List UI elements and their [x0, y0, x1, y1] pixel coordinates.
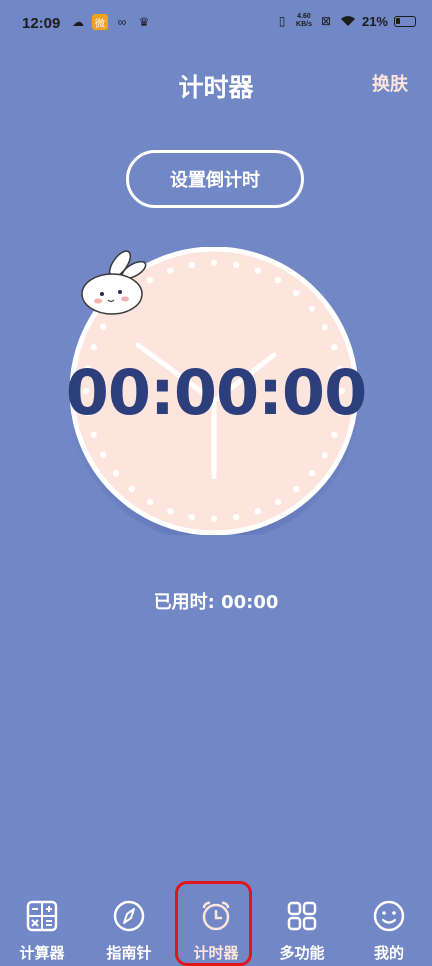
clock-tick-dot: [233, 513, 240, 521]
calculator-icon: [26, 900, 58, 932]
clock-tick-dot: [112, 470, 120, 477]
set-countdown-button[interactable]: 设置倒计时: [126, 150, 304, 208]
tab-compass-label: 指南针: [106, 944, 152, 962]
clock-tick-dot: [308, 470, 316, 477]
clock-tick-dot: [321, 323, 329, 331]
status-notification-icons: ☁ 微 ∞ ♛: [70, 14, 152, 30]
clock-tick-dot: [167, 508, 174, 515]
vibrate-icon: ▯: [278, 14, 286, 28]
page-title: 计时器: [178, 73, 254, 102]
clock-tick-dot: [99, 451, 107, 459]
crown-icon: ♛: [138, 15, 150, 29]
tab-compass[interactable]: 指南针: [89, 888, 169, 963]
elapsed-time: 已用时: 00:00: [0, 588, 432, 614]
clock-tick-dot: [293, 485, 300, 493]
skin-button[interactable]: 换肤: [372, 70, 408, 96]
clock-tick-dot: [254, 508, 261, 515]
active-tab-highlight: [175, 881, 252, 966]
link-icon: ∞: [117, 15, 127, 29]
status-bar: 12:09 ☁ 微 ∞ ♛ ▯ 4.60 KB/s ⊠ 21%: [0, 0, 432, 50]
elapsed-label: 已用时:: [153, 592, 215, 613]
tab-profile[interactable]: 我的: [349, 888, 429, 963]
set-countdown-label: 设置倒计时: [170, 170, 260, 191]
clock-tick-dot: [99, 323, 107, 331]
battery-percent: 21%: [361, 13, 388, 29]
net-speed-unit: KB/s: [296, 21, 312, 28]
tab-multifunction[interactable]: 多功能: [262, 888, 342, 963]
clock-tick-dot: [188, 261, 195, 269]
elapsed-value: 00:00: [221, 592, 279, 613]
clock-tick-dot: [254, 267, 261, 274]
bunny-decoration-icon: [81, 250, 147, 315]
clock-tick-dot: [188, 513, 195, 521]
clock-tick-dot: [331, 344, 338, 351]
clock-tick-dot: [210, 515, 218, 523]
tab-profile-label: 我的: [373, 944, 404, 962]
clock-tick-dot: [293, 289, 300, 297]
countdown-time-display: 00:00:00: [65, 356, 367, 429]
tab-multifunction-label: 多功能: [279, 944, 325, 962]
cloud-icon: ☁: [72, 15, 84, 29]
clock-tick-dot: [274, 276, 282, 284]
clock-tick-dot: [321, 451, 329, 459]
net-speed: 4.60 KB/s: [296, 13, 312, 29]
clock-tick-dot: [146, 498, 154, 506]
clock-tick-dot: [308, 305, 316, 312]
grid-icon: [287, 901, 317, 931]
battery-icon: [394, 15, 416, 27]
smiley-icon: [373, 900, 405, 932]
clock-tick-dot: [274, 498, 282, 506]
wifi-icon: [340, 13, 356, 29]
clock-tick-dot: [233, 261, 240, 269]
status-time: 12:09: [22, 15, 61, 32]
status-system-icons: ▯ 4.60 KB/s ⊠ 21%: [274, 13, 416, 29]
clock-tick-dot: [167, 267, 174, 274]
tab-calculator[interactable]: 计算器: [2, 888, 82, 963]
net-speed-value: 4.60: [297, 13, 311, 20]
clock-tick-dot: [90, 431, 97, 438]
clock-tick-dot: [210, 259, 218, 267]
no-sim-icon: ⊠: [320, 14, 331, 28]
tab-calculator-label: 计算器: [19, 944, 65, 962]
compass-icon: [113, 900, 145, 932]
clock-tick-dot: [90, 344, 97, 351]
clock-tick-dot: [128, 485, 135, 493]
clock-tick-dot: [331, 431, 338, 438]
weibo-icon: 微: [92, 14, 108, 30]
